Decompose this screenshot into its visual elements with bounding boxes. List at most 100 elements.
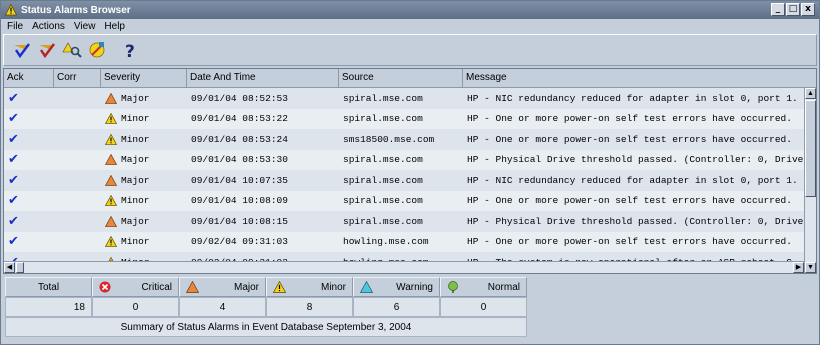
ack-cell[interactable]: ✔ [4,88,54,109]
corr-cell [54,211,101,232]
svg-text:?: ? [125,42,135,60]
table-row[interactable]: ✔ Major 09/01/04 08:53:30 spiral.mse.com HP … [4,149,804,171]
severity-cell: Minor [101,129,187,150]
horizontal-scrollbar[interactable]: ◀ ▶ [4,261,804,273]
menu-file[interactable]: File [7,21,23,32]
major-icon [105,215,117,227]
ack-cell[interactable]: ✔ [4,150,54,171]
source-cell: spiral.mse.com [343,215,423,227]
summary-minor-value: 8 [266,297,353,317]
acknowledged-check-icon: ✔ [8,131,19,147]
major-icon [105,174,117,186]
title-bar[interactable]: Status Alarms Browser _ □ x [1,1,819,19]
corr-cell [54,191,101,212]
summary-minor-label: Minor [320,281,346,293]
alarm-summary-panel: Total Critical Major Minor Warning Norma… [5,277,528,339]
table-row[interactable]: ✔ Major 09/01/04 08:52:53 spiral.mse.com HP … [4,88,804,109]
filter-button[interactable] [85,39,108,62]
menu-help[interactable]: Help [104,21,125,32]
scroll-down-arrow-icon[interactable]: ▼ [805,262,816,273]
message-cell: HP - One or more power-on self test erro… [467,195,792,207]
ack-cell[interactable]: ✔ [4,211,54,232]
severity-text: Minor [121,236,150,248]
column-header-date-time[interactable]: Date And Time [187,69,339,88]
datetime-cell: 09/01/04 10:08:09 [191,195,288,207]
summary-label-critical: Critical [92,277,179,297]
column-header-corr[interactable]: Corr [54,69,101,88]
table-row[interactable]: ✔ Minor 09/01/04 08:53:22 spiral.mse.com HP … [4,108,804,130]
find-icon [61,42,82,58]
source-cell: spiral.mse.com [343,92,423,104]
table-row[interactable]: ✔ Minor 09/02/04 09:31:03 howling.mse.com HP… [4,231,804,253]
minor-icon [105,113,117,125]
source-cell: howling.mse.com [343,236,429,248]
table-row[interactable]: ✔ Minor 09/01/04 10:08:09 spiral.mse.com HP … [4,190,804,212]
severity-text: Major [121,174,150,186]
acknowledged-check-icon: ✔ [8,152,19,168]
major-icon [105,154,117,166]
source-cell: spiral.mse.com [343,195,423,207]
major-icon [186,281,199,293]
filter-icon [89,42,104,58]
vertical-scroll-thumb[interactable] [805,100,816,197]
column-header-source[interactable]: Source [339,69,463,88]
severity-text: Minor [121,133,150,145]
datetime-cell: 09/01/04 08:53:22 [191,113,288,125]
column-header-message[interactable]: Message [463,69,816,88]
acknowledged-check-icon: ✔ [8,213,19,229]
source-cell: sms18500.mse.com [343,133,435,145]
summary-major-value: 4 [179,297,266,317]
summary-label-total: Total [5,277,92,297]
severity-cell: Minor [101,232,187,253]
severity-text: Major [121,154,150,166]
horizontal-scroll-thumb[interactable] [16,262,24,273]
minor-icon [273,281,286,293]
severity-cell: Major [101,170,187,191]
help-icon: ? [125,42,135,60]
datetime-cell: 09/02/04 09:31:03 [191,236,288,248]
close-button[interactable]: x [801,3,815,16]
warning-icon [5,4,17,16]
acknowledge-button[interactable] [10,39,33,62]
column-header-ack[interactable]: Ack [4,69,54,88]
table-row[interactable]: ✔ Major 09/01/04 10:08:15 spiral.mse.com HP … [4,211,804,232]
column-header-severity[interactable]: Severity [101,69,187,88]
vertical-scrollbar[interactable]: ▲ ▼ [804,88,816,273]
source-cell: spiral.mse.com [343,154,423,166]
corr-cell [54,109,101,130]
scroll-left-arrow-icon[interactable]: ◀ [4,262,15,273]
help-button[interactable]: ? [118,39,141,62]
acknowledged-check-icon: ✔ [8,90,19,106]
minor-icon [105,195,117,207]
acknowledged-check-icon: ✔ [8,111,19,127]
maximize-button[interactable]: □ [786,3,800,16]
severity-cell: Major [101,150,187,171]
summary-major-label: Major [233,281,259,293]
scroll-up-arrow-icon[interactable]: ▲ [805,88,816,99]
ack-cell[interactable]: ✔ [4,232,54,253]
ack-cell[interactable]: ✔ [4,129,54,150]
ack-cell[interactable]: ✔ [4,191,54,212]
unacknowledge-icon [38,43,55,59]
summary-warning-label: Warning [396,281,433,293]
table-row[interactable]: ✔ Minor 09/01/04 08:53:24 sms18500.mse.com H… [4,129,804,150]
datetime-cell: 09/01/04 08:53:30 [191,154,288,166]
major-icon [105,92,117,104]
severity-text: Major [121,92,150,104]
acknowledged-check-icon: ✔ [8,172,19,188]
summary-values-row: 18 0 4 8 6 0 [5,297,528,317]
acknowledged-check-icon: ✔ [8,193,19,209]
unacknowledge-button[interactable] [35,39,58,62]
summary-label-major: Major [179,277,266,297]
summary-total-label: Total [37,281,60,293]
severity-cell: Major [101,211,187,232]
ack-cell[interactable]: ✔ [4,109,54,130]
menu-view[interactable]: View [74,21,96,32]
find-button[interactable] [60,39,83,62]
menu-actions[interactable]: Actions [32,21,65,32]
table-row[interactable]: ✔ Major 09/01/04 10:07:35 spiral.mse.com HP … [4,170,804,191]
minimize-button[interactable]: _ [771,3,785,16]
minor-icon [105,236,117,248]
scroll-right-arrow-icon[interactable]: ▶ [793,262,804,273]
ack-cell[interactable]: ✔ [4,170,54,191]
